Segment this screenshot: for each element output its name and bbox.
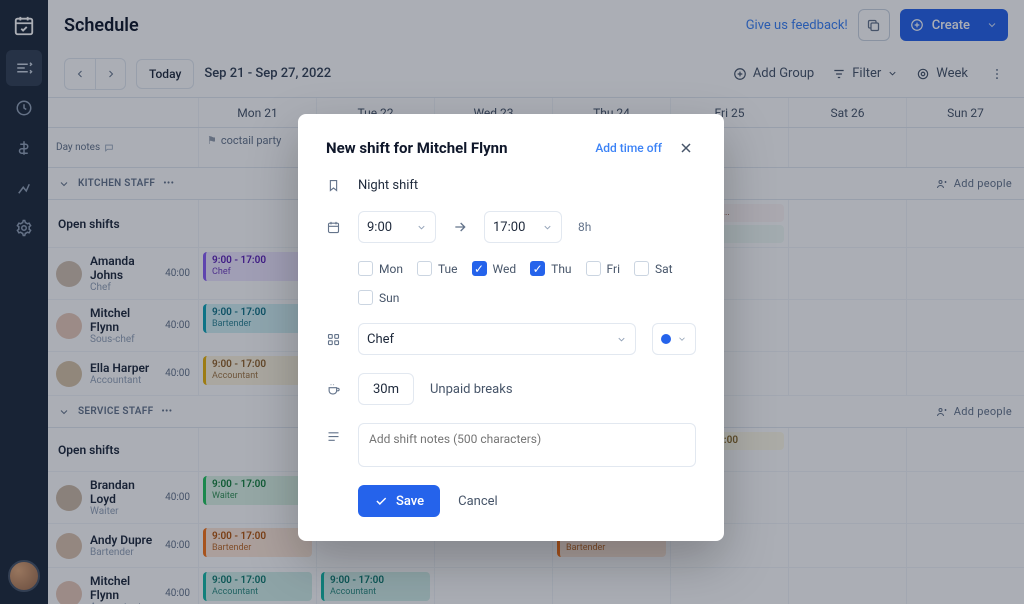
add-time-off-link[interactable]: Add time off — [595, 141, 662, 155]
bookmark-icon — [326, 178, 342, 193]
end-time-select[interactable]: 17:00 — [484, 211, 562, 243]
shift-duration: 8h — [578, 220, 591, 234]
calendar-icon — [326, 220, 342, 235]
chevron-down-icon — [677, 334, 687, 344]
breaks-input[interactable]: 30m — [358, 373, 414, 405]
arrow-right-icon — [452, 219, 468, 235]
day-tue[interactable]: Tue — [417, 261, 458, 276]
day-wed[interactable]: ✓Wed — [472, 261, 517, 276]
chevron-down-icon — [616, 334, 627, 345]
coffee-icon — [326, 382, 342, 397]
save-button[interactable]: Save — [358, 485, 440, 517]
close-icon[interactable] — [676, 138, 696, 158]
day-sun[interactable]: Sun — [358, 290, 399, 305]
notes-icon — [326, 429, 342, 444]
shift-name[interactable]: Night shift — [358, 178, 418, 193]
breaks-label: Unpaid breaks — [430, 382, 513, 397]
day-picker: Mon Tue ✓Wed ✓Thu Fri Sat Sun — [358, 261, 696, 305]
chevron-down-icon — [542, 222, 553, 233]
color-swatch — [661, 334, 671, 344]
shift-notes-input[interactable] — [358, 423, 696, 467]
check-icon — [374, 494, 388, 508]
role-select[interactable]: Chef — [358, 323, 636, 355]
start-time-select[interactable]: 9:00 — [358, 211, 436, 243]
color-select[interactable] — [652, 323, 696, 355]
modal-title: New shift for Mitchel Flynn — [326, 139, 508, 157]
day-thu[interactable]: ✓Thu — [530, 261, 571, 276]
day-mon[interactable]: Mon — [358, 261, 403, 276]
cancel-button[interactable]: Cancel — [458, 494, 498, 509]
day-fri[interactable]: Fri — [586, 261, 620, 276]
new-shift-modal: New shift for Mitchel Flynn Add time off… — [298, 114, 724, 541]
grid-icon — [326, 332, 342, 347]
day-sat[interactable]: Sat — [634, 261, 673, 276]
chevron-down-icon — [416, 222, 427, 233]
